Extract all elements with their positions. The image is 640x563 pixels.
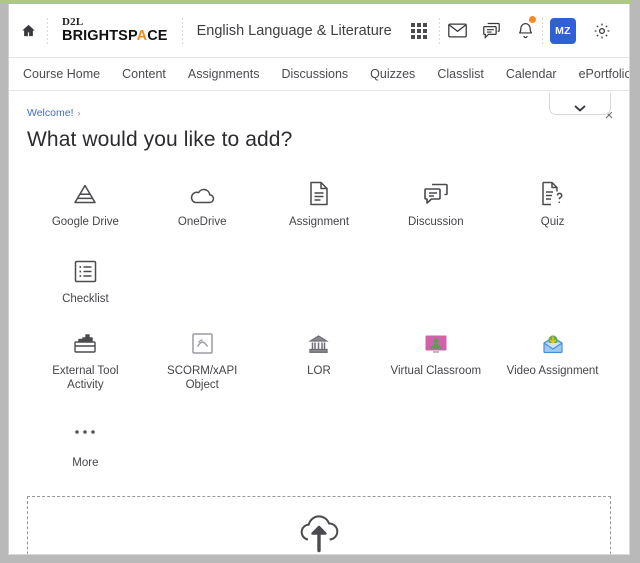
breadcrumb[interactable]: Welcome! › (27, 107, 611, 119)
nav-item-classlist[interactable]: Classlist (426, 67, 495, 81)
tile-checklist[interactable]: Checklist (27, 253, 144, 306)
more-ellipsis-icon (73, 417, 97, 447)
logo-part-1: BRIGHTSP (62, 28, 137, 45)
nav-item-course-home[interactable]: Course Home (23, 67, 111, 81)
notifications-button[interactable] (508, 11, 542, 51)
nav-item-quizzes[interactable]: Quizzes (359, 67, 426, 81)
tile-onedrive[interactable]: OneDrive (144, 176, 261, 229)
notification-badge (529, 15, 536, 23)
tile-label: Google Drive (51, 216, 119, 228)
tile-video-assignment[interactable]: Video Assignment (494, 325, 611, 393)
breadcrumb-separator: › (77, 108, 81, 118)
chat-button[interactable] (474, 11, 508, 51)
tile-label: External Tool Activity (52, 364, 119, 392)
tile-label: Checklist (62, 293, 109, 306)
tile-label: Video Assignment (506, 364, 599, 377)
cloud-upload-icon (293, 512, 345, 554)
tile-external-tool-activity[interactable]: External Tool Activity (27, 325, 144, 393)
nav-item-eportfolio[interactable]: ePortfolio (568, 67, 629, 81)
quiz-question-icon (541, 176, 565, 206)
file-dropzone[interactable]: Drag and drop or browse (27, 495, 611, 554)
header-actions: MZ (399, 11, 629, 51)
app-header: D2L BRIGHTSPACE English Language & Liter… (9, 4, 629, 58)
tile-lor[interactable]: LOR (261, 325, 378, 393)
tile-label: Quiz (540, 216, 565, 228)
tile-scorm-xapi-object[interactable]: SCORM/xAPI Object (144, 325, 261, 393)
nav-item-calendar[interactable]: Calendar (495, 67, 568, 81)
page-title: What would you like to add? (27, 128, 293, 151)
waffle-menu-button[interactable] (399, 11, 439, 51)
virtual-classroom-icon (424, 325, 448, 355)
panel-collapse-button[interactable] (549, 93, 611, 115)
brightspace-logo[interactable]: D2L BRIGHTSPACE (48, 17, 182, 44)
tile-quiz[interactable]: Quiz (494, 176, 611, 229)
app-window: D2L BRIGHTSPACE English Language & Liter… (8, 4, 630, 555)
tile-label: OneDrive (177, 216, 227, 228)
onedrive-cloud-icon (188, 176, 216, 206)
home-button[interactable] (9, 23, 47, 38)
tile-more[interactable]: More (27, 417, 144, 470)
breadcrumb-link[interactable]: Welcome! (27, 107, 74, 119)
settings-button[interactable] (585, 11, 619, 51)
nav-item-content[interactable]: Content (111, 67, 177, 81)
logo-d2l-text: D2L (62, 16, 84, 29)
tile-google-drive[interactable]: Google Drive (27, 176, 144, 229)
add-content-dialog: × Welcome! › What would you like to add?… (9, 91, 629, 554)
assignment-document-icon (309, 176, 329, 206)
home-icon (21, 23, 36, 38)
content-type-grid-row-1: Google Drive OneDrive Assignment Discuss… (27, 176, 611, 307)
email-icon (447, 23, 467, 38)
checklist-icon (74, 253, 97, 283)
tile-virtual-classroom[interactable]: Virtual Classroom (377, 325, 494, 393)
tile-label: LOR (307, 364, 331, 377)
tile-label: More (72, 456, 99, 469)
tile-discussion[interactable]: Discussion (377, 176, 494, 229)
email-button[interactable] (440, 11, 474, 51)
google-drive-icon (72, 176, 98, 206)
tile-assignment[interactable]: Assignment (261, 176, 378, 229)
logo-brightspace-text: BRIGHTSPACE (62, 29, 168, 44)
chat-icon (482, 22, 501, 39)
nav-item-assignments[interactable]: Assignments (177, 67, 271, 81)
avatar[interactable]: MZ (550, 17, 576, 44)
notifications-bell-icon (517, 22, 534, 40)
waffle-menu-icon (411, 22, 427, 39)
logo-part-2: CE (147, 28, 168, 45)
tile-label: Discussion (407, 216, 464, 228)
tile-label: SCORM/xAPI Object (167, 364, 238, 392)
content-type-grid-row-2: External Tool Activity SCORM/xAPI Object (27, 325, 611, 470)
scorm-xapi-icon (191, 325, 214, 355)
course-title: English Language & Literature (196, 22, 392, 39)
tile-label: Virtual Classroom (390, 364, 482, 377)
nav-item-discussions[interactable]: Discussions (270, 67, 359, 81)
tile-label: Assignment (288, 216, 350, 228)
video-assignment-icon (541, 325, 565, 355)
screenshot-root: D2L BRIGHTSPACE English Language & Liter… (0, 0, 640, 563)
chevron-down-icon (574, 105, 586, 112)
gear-icon (593, 22, 611, 40)
course-nav: Course Home Content Assignments Discussi… (9, 58, 629, 91)
header-divider-4 (542, 17, 543, 44)
discussion-bubbles-icon (423, 176, 449, 206)
external-tool-icon (72, 325, 99, 355)
lor-building-icon (308, 325, 330, 355)
logo-accent-letter: A (136, 28, 148, 45)
